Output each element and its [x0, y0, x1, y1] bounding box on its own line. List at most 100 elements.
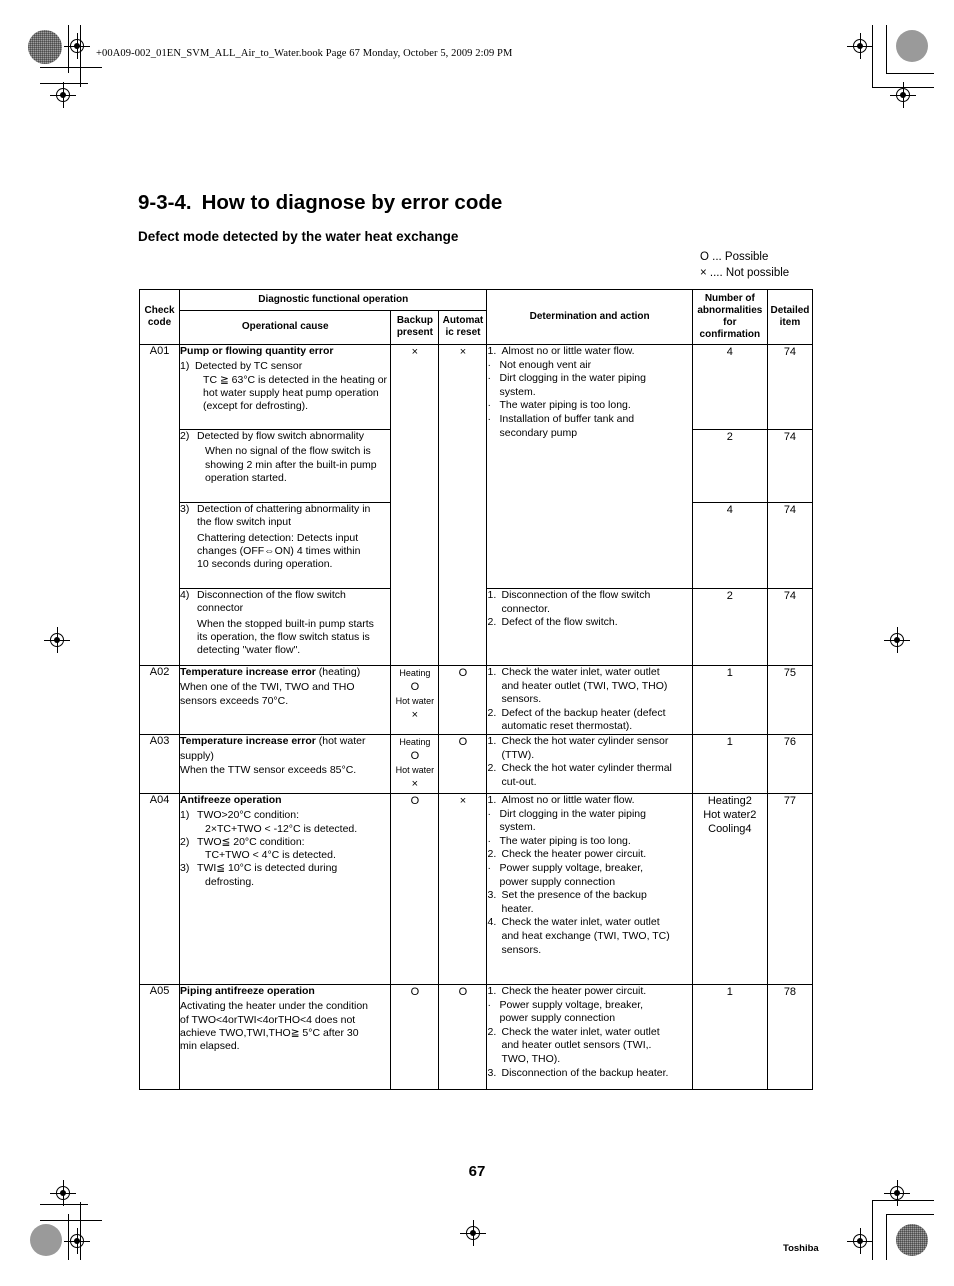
- determination-item: · Power supply voltage, breaker, power s…: [487, 999, 691, 1026]
- item-text: Almost no or little water flow.: [501, 345, 635, 357]
- cell-determination-a01-bottom: 1. Disconnection of the flow switch conn…: [486, 588, 693, 666]
- print-density-patch-bottom-right: [896, 1224, 928, 1256]
- item-text: Disconnection of the flow switch: [501, 589, 651, 601]
- item-body-line: 10 seconds during operation.: [197, 558, 333, 571]
- cause-item: 2) TWO≦ 20°C condition: TC+TWO < 4°C is …: [180, 836, 390, 863]
- item-marker: ·: [487, 358, 491, 371]
- section-heading: 9-3-4. How to diagnose by error code: [138, 191, 502, 215]
- header-numabn-line4: confirmation: [699, 329, 761, 340]
- item-heading-cont: connector: [197, 602, 244, 615]
- item-text: Power supply voltage, breaker,: [499, 861, 644, 874]
- item-marker: 4.: [487, 916, 497, 929]
- item-heading: TWI≦ 10°C is detected during: [197, 862, 338, 875]
- determination-item: 1. Check the hot water cylinder sensor (…: [487, 735, 691, 762]
- header-number-of-abnormalities: Number of abnormalities for confirmation: [691, 289, 768, 345]
- cell-backup-present-a04: O: [390, 792, 440, 985]
- error-code-diagnosis-table: Check code Diagnostic functional operati…: [138, 289, 814, 1090]
- item-marker: ·: [487, 834, 491, 847]
- item-text-cont: and heater outlet sensors (TWI,.: [501, 1039, 652, 1052]
- determination-item: 1. Check the heater power circuit.: [487, 985, 691, 999]
- item-text: Disconnection of the backup heater.: [501, 1066, 669, 1079]
- registration-mark-bottom-right: [884, 1180, 910, 1206]
- header-check-code-line1: Check: [144, 305, 175, 316]
- item-body-line: When the stopped built-in pump starts: [197, 617, 374, 630]
- cause-body-line: When one of the TWI, TWO and THO: [180, 681, 355, 694]
- item-marker: ·: [487, 861, 491, 874]
- registration-mark-middle-right: [884, 627, 910, 653]
- item-text: Check the water inlet, water outlet: [501, 916, 660, 929]
- cell-count-a01-2: 2: [691, 429, 768, 503]
- item-heading: Detected by TC sensor: [195, 360, 303, 373]
- cause-title-a02: Temperature increase error (heating): [180, 666, 390, 679]
- print-density-patch-bottom-left: [30, 1224, 62, 1256]
- header-check-code-line2: code: [147, 317, 172, 328]
- determination-item: 1. Check the water inlet, water outlet a…: [487, 666, 691, 707]
- count-cooling: Cooling4: [708, 822, 752, 835]
- item-marker: 3): [180, 862, 190, 875]
- cell-automatic-reset-a04: ×: [438, 792, 488, 985]
- header-backup-line1: Backup: [396, 315, 433, 327]
- item-marker: 3.: [487, 889, 497, 902]
- item-heading: Disconnection of the flow switch: [197, 589, 346, 601]
- item-text: Check the water inlet, water outlet: [501, 1025, 660, 1038]
- item-text-cont: (TTW).: [501, 748, 535, 761]
- item-text-cont: connector.: [501, 602, 550, 615]
- cell-cause-a02: Temperature increase error (heating) Whe…: [179, 665, 392, 735]
- determination-item: · Installation of buffer tank and second…: [487, 413, 691, 440]
- cell-determination-a03: 1. Check the hot water cylinder sensor (…: [486, 733, 693, 794]
- determination-item: 2. Check the heater power circuit.: [487, 848, 691, 862]
- item-text-cont: secondary pump: [499, 426, 578, 439]
- cell-code-a02: A02: [138, 665, 181, 735]
- item-text: Set the presence of the backup: [501, 889, 647, 902]
- cause-title-a05: Piping antifreeze operation: [180, 984, 315, 997]
- item-text: Defect of the flow switch.: [501, 616, 618, 629]
- cause-body-line: Activating the heater under the conditio…: [180, 1000, 369, 1013]
- item-marker: 1.: [487, 734, 497, 747]
- cell-detail-item-a04: 77: [766, 792, 814, 985]
- backup-hotwater-label: Hot water: [395, 696, 435, 706]
- cause-title-bold: Temperature increase error: [180, 734, 316, 747]
- determination-list: 1. Almost no or little water flow. · Not…: [487, 345, 691, 440]
- table-row-a01-1: A01 Pump or flowing quantity error 1) De…: [138, 344, 814, 666]
- determination-item: · Dirt clogging in the water piping syst…: [487, 808, 691, 835]
- cell-automatic-reset-a03: O: [438, 733, 488, 794]
- registration-mark-upper-left-inner: [50, 82, 76, 108]
- item-marker: 1): [180, 360, 190, 373]
- item-marker: ·: [487, 399, 491, 412]
- cause-item: 1) Detected by TC sensor TC ≧ 63°C is de…: [180, 360, 390, 413]
- header-automatic-reset: Automat ic reset: [438, 309, 488, 346]
- table-row-a05: A05 Piping antifreeze operation Activati…: [138, 983, 814, 1090]
- brand-label: Toshiba: [783, 1243, 819, 1254]
- item-text-cont: heater.: [501, 902, 534, 915]
- cell-cause-a01-2: 2) Detected by flow switch abnormality W…: [179, 429, 392, 503]
- cell-cause-a04: Antifreeze operation 1) TWO>20°C conditi…: [179, 792, 392, 985]
- item-marker: ·: [487, 807, 491, 820]
- count-hot-water: Hot water2: [703, 808, 757, 821]
- registration-mark-top-left: [64, 33, 90, 59]
- determination-item: 3. Disconnection of the backup heater.: [487, 1067, 691, 1081]
- item-heading: TWO≦ 20°C condition:: [197, 835, 305, 848]
- legend-not-possible: × .... Not possible: [700, 267, 790, 279]
- header-detitem-line1: Detailed: [770, 305, 810, 316]
- header-detitem-line2: item: [779, 317, 801, 328]
- cause-title-normal: (hot water: [315, 734, 366, 747]
- registration-mark-bottom-left-outer: [64, 1228, 90, 1254]
- header-check-code: Check code: [138, 289, 181, 345]
- item-text: Check the hot water cylinder thermal: [501, 762, 672, 775]
- cell-count-a03: 1: [691, 733, 768, 794]
- cause-title-bold: Temperature increase error: [180, 666, 316, 678]
- determination-item: 2. Defect of the flow switch.: [487, 616, 691, 630]
- cell-determination-a02: 1. Check the water inlet, water outlet a…: [486, 665, 693, 735]
- item-body-line: (except for defrosting).: [203, 400, 309, 413]
- item-text: Dirt clogging in the water piping: [499, 807, 646, 820]
- determination-item: 1. Almost no or little water flow.: [487, 794, 691, 808]
- table-header-row-1: Check code Diagnostic functional operati…: [138, 289, 814, 345]
- item-marker: 3.: [487, 1066, 497, 1079]
- header-numabn-line3: for: [723, 317, 737, 328]
- item-text-cont: and heater outlet (TWI, TWO, THO): [501, 679, 668, 692]
- item-text: Defect of the backup heater (defect: [501, 706, 666, 719]
- cell-cause-a05: Piping antifreeze operation Activating t…: [179, 983, 392, 1090]
- cause-title-a01: Pump or flowing quantity error: [180, 345, 334, 357]
- cause-title-a03: Temperature increase error (hot water: [180, 735, 390, 748]
- cell-detail-item-a05: 78: [766, 983, 814, 1090]
